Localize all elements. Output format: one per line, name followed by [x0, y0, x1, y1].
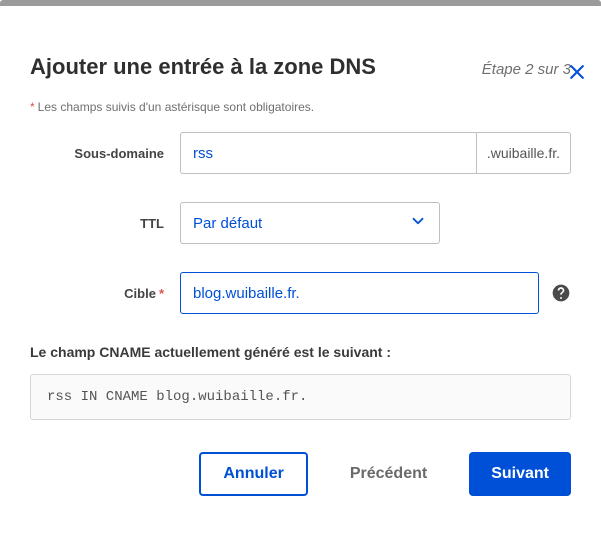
close-icon: [567, 62, 587, 82]
dns-entry-modal: Ajouter une entrée à la zone DNS Étape 2…: [0, 54, 601, 526]
domain-suffix: .wuibaille.fr.: [476, 132, 571, 174]
target-input[interactable]: [180, 272, 539, 314]
preview-output: rss IN CNAME blog.wuibaille.fr.: [30, 374, 571, 420]
subdomain-input[interactable]: [180, 132, 476, 174]
close-button[interactable]: [567, 62, 587, 82]
step-indicator: Étape 2 sur 3: [482, 61, 571, 78]
ttl-label: TTL: [40, 216, 180, 231]
next-button[interactable]: Suivant: [469, 452, 571, 496]
help-button[interactable]: [551, 283, 571, 303]
ttl-selected-value: Par défaut: [193, 215, 262, 232]
cancel-button[interactable]: Annuler: [199, 452, 307, 496]
previous-button[interactable]: Précédent: [328, 452, 449, 496]
ttl-select[interactable]: Par défaut: [180, 202, 440, 244]
modal-title: Ajouter une entrée à la zone DNS: [30, 54, 376, 80]
preview-label: Le champ CNAME actuellement généré est l…: [30, 344, 571, 360]
chevron-down-icon: [409, 212, 427, 234]
subdomain-label: Sous-domaine: [40, 146, 180, 161]
modal-footer: Annuler Précédent Suivant: [30, 452, 571, 496]
modal-topbar: [0, 0, 601, 6]
help-icon: [551, 283, 571, 303]
required-fields-note: *Les champs suivis d'un astérisque sont …: [30, 100, 571, 114]
target-label: Cible*: [40, 286, 180, 301]
